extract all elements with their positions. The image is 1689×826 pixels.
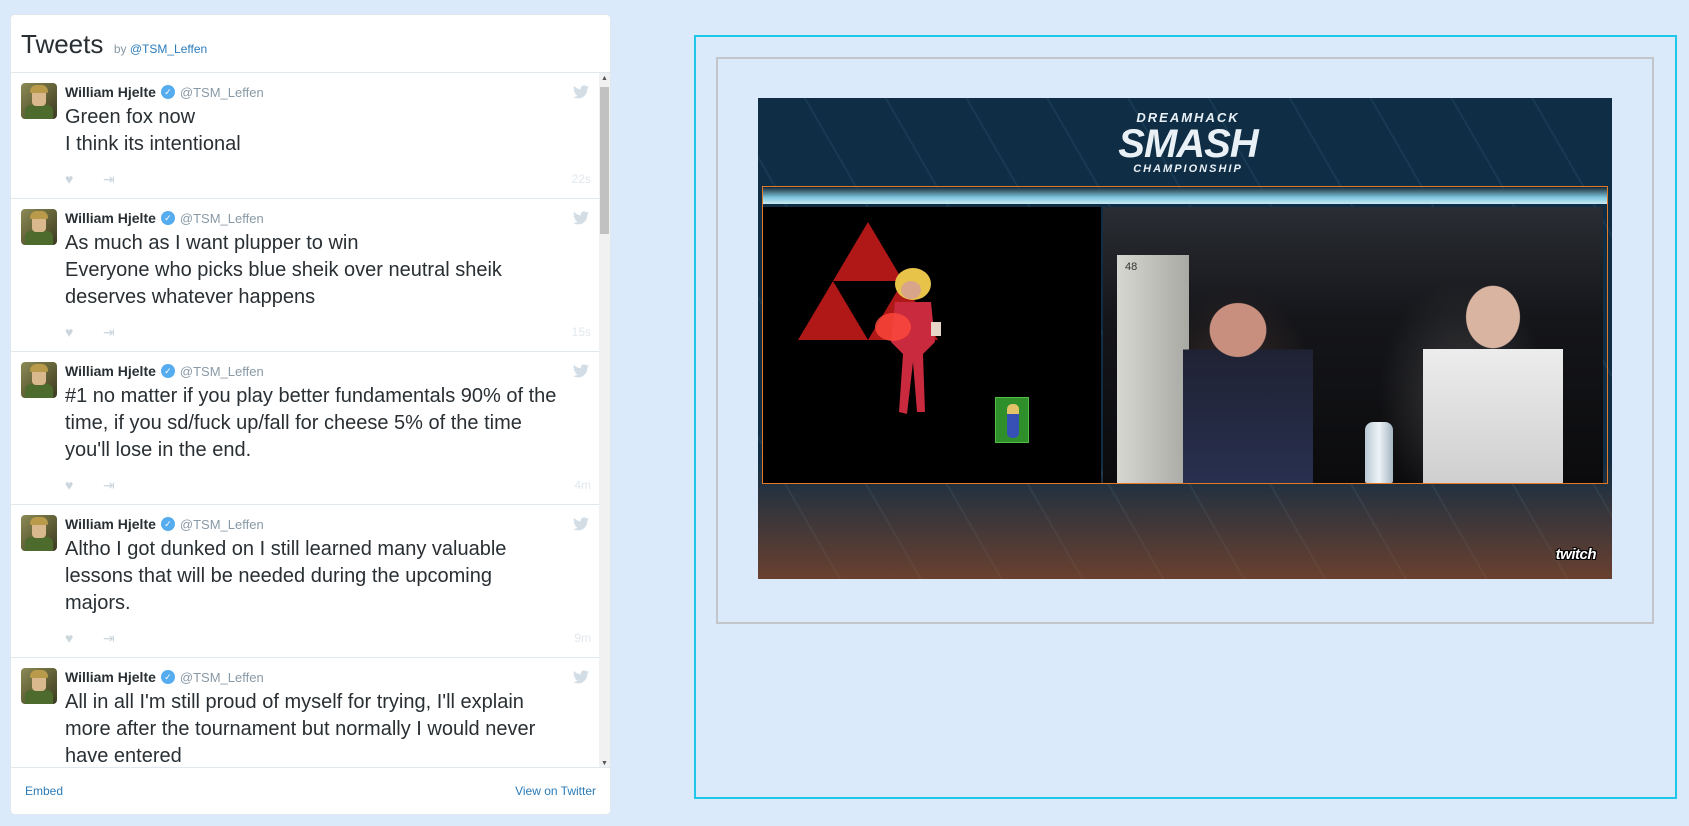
camera-sign-panel: 48 — [1117, 255, 1189, 483]
tweet-header: William Hjelte ✓ @TSM_Leffen — [65, 515, 591, 533]
twitter-bird-icon[interactable] — [573, 85, 589, 99]
tweet-actions: ♥ ⇥ 22s — [65, 168, 591, 190]
tweet[interactable]: William Hjelte ✓ @TSM_Leffen #1 no matte… — [11, 352, 601, 505]
scroll-up-arrow-icon[interactable]: ▲ — [599, 73, 610, 84]
timeline-scrollbar[interactable]: ▲ ▼ — [599, 73, 610, 769]
logo-main-text: SMASH — [1118, 122, 1258, 166]
avatar[interactable] — [21, 362, 57, 398]
author-handle[interactable]: @TSM_Leffen — [180, 517, 264, 532]
tweet-actions: ♥ ⇥ 15s — [65, 321, 591, 343]
share-icon[interactable]: ⇥ — [103, 171, 115, 188]
tweet[interactable]: William Hjelte ✓ @TSM_Leffen All in all … — [11, 658, 601, 769]
sheik-character-icon — [875, 268, 941, 414]
view-on-twitter-link[interactable]: View on Twitter — [515, 784, 596, 798]
widget-header: Tweets by @TSM_Leffen — [11, 15, 610, 73]
tweet-text: #1 no matter if you play better fundamen… — [65, 385, 557, 461]
twitter-bird-icon[interactable] — [573, 670, 589, 684]
verified-badge-icon: ✓ — [160, 517, 175, 531]
author-handle[interactable]: @TSM_Leffen — [180, 364, 264, 379]
author-handle[interactable]: @TSM_Leffen — [180, 211, 264, 226]
stock-icon — [995, 397, 1029, 443]
verified-badge-icon: ✓ — [160, 670, 175, 684]
twitter-timeline-widget: Tweets by @TSM_Leffen William Hjelte ✓ @… — [10, 14, 611, 815]
twitch-video-player[interactable]: DREAMHACK SMASH CHAMPIONSHIP 48 twitch — [758, 98, 1612, 579]
like-heart-icon[interactable]: ♥ — [65, 324, 85, 340]
tweet-text: Green fox now I think its intentional — [65, 106, 241, 155]
tweet-timeline[interactable]: William Hjelte ✓ @TSM_Leffen Green fox n… — [11, 73, 601, 769]
tweet-header: William Hjelte ✓ @TSM_Leffen — [65, 668, 591, 686]
twitter-bird-icon[interactable] — [573, 211, 589, 225]
tweet-header: William Hjelte ✓ @TSM_Leffen — [65, 209, 591, 227]
player-camera-feed: 48 — [1103, 207, 1603, 483]
author-name[interactable]: William Hjelte — [65, 669, 156, 685]
author-name[interactable]: William Hjelte — [65, 363, 156, 379]
tweet[interactable]: William Hjelte ✓ @TSM_Leffen Green fox n… — [11, 73, 601, 199]
author-name[interactable]: William Hjelte — [65, 516, 156, 532]
tweet-actions: ♥ ⇥ 4m — [65, 474, 591, 496]
author-handle[interactable]: @TSM_Leffen — [180, 85, 264, 100]
twitter-bird-icon[interactable] — [573, 364, 589, 378]
author-name[interactable]: William Hjelte — [65, 210, 156, 226]
water-bottle — [1365, 422, 1393, 483]
twitter-bird-icon[interactable] — [573, 517, 589, 531]
tweet-header: William Hjelte ✓ @TSM_Leffen — [65, 362, 591, 380]
tweet[interactable]: William Hjelte ✓ @TSM_Leffen Altho I got… — [11, 505, 601, 658]
widget-byline: by @TSM_Leffen — [114, 42, 207, 56]
twitch-logo-icon[interactable]: twitch — [1556, 546, 1597, 563]
byline-handle-link[interactable]: @TSM_Leffen — [130, 42, 207, 56]
author-name[interactable]: William Hjelte — [65, 84, 156, 100]
tweet-text: All in all I'm still proud of myself for… — [65, 691, 536, 767]
verified-badge-icon: ✓ — [160, 364, 175, 378]
like-heart-icon[interactable]: ♥ — [65, 171, 85, 187]
tweet-header: William Hjelte ✓ @TSM_Leffen — [65, 83, 591, 101]
scrollbar-thumb[interactable] — [600, 87, 609, 234]
tweet-text: Altho I got dunked on I still learned ma… — [65, 538, 507, 614]
avatar[interactable] — [21, 83, 57, 119]
embed-link[interactable]: Embed — [25, 784, 63, 798]
share-icon[interactable]: ⇥ — [103, 630, 115, 647]
widget-footer: Embed View on Twitter — [11, 767, 610, 814]
verified-badge-icon: ✓ — [160, 211, 175, 225]
tweet-actions: ♥ ⇥ 9m — [65, 627, 591, 649]
player-left — [1183, 292, 1313, 483]
game-feed — [763, 207, 1101, 483]
author-handle[interactable]: @TSM_Leffen — [180, 670, 264, 685]
avatar[interactable] — [21, 209, 57, 245]
byline-prefix: by — [113, 42, 127, 56]
share-icon[interactable]: ⇥ — [103, 324, 115, 341]
like-heart-icon[interactable]: ♥ — [65, 630, 85, 646]
tweet-timestamp[interactable]: 15s — [572, 325, 591, 339]
tweet-timestamp[interactable]: 4m — [574, 478, 591, 492]
verified-badge-icon: ✓ — [160, 85, 175, 99]
tweet-text: As much as I want plupper to win Everyon… — [65, 232, 502, 308]
like-heart-icon[interactable]: ♥ — [65, 477, 85, 493]
tweet-timestamp[interactable]: 9m — [574, 631, 591, 645]
dreamhack-smash-logo: DREAMHACK SMASH CHAMPIONSHIP — [1108, 110, 1268, 175]
camera-sign-text: 48 — [1125, 261, 1138, 273]
share-icon[interactable]: ⇥ — [103, 477, 115, 494]
tweet[interactable]: William Hjelte ✓ @TSM_Leffen As much as … — [11, 199, 601, 352]
avatar[interactable] — [21, 668, 57, 704]
avatar[interactable] — [21, 515, 57, 551]
player-right — [1423, 267, 1563, 483]
tweet-timestamp[interactable]: 22s — [572, 172, 591, 186]
widget-title: Tweets — [21, 29, 104, 59]
